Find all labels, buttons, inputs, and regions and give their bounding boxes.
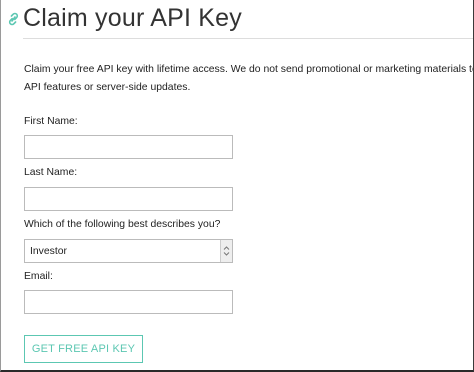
describe-selected-value: Investor: [30, 245, 67, 257]
intro-line-2: API features or server-side updates.: [24, 82, 191, 93]
first-name-field[interactable]: [24, 135, 233, 159]
intro-line-1: Claim your free API key with lifetime ac…: [24, 64, 473, 75]
email-label: Email:: [24, 271, 53, 282]
intro-text: Claim your free API key with lifetime ac…: [24, 61, 473, 97]
chevron-up-down-icon[interactable]: [220, 240, 232, 262]
title-row: Claim your API Key: [7, 0, 242, 36]
link-icon: [8, 12, 19, 26]
last-name-field[interactable]: [24, 187, 233, 211]
get-api-key-button[interactable]: GET FREE API KEY: [24, 335, 143, 363]
email-field[interactable]: [24, 290, 233, 314]
last-name-label: Last Name:: [24, 167, 78, 178]
first-name-label: First Name:: [24, 116, 78, 127]
page-frame: Claim your API Key Claim your free API k…: [0, 0, 474, 372]
describe-select[interactable]: Investor: [24, 239, 233, 263]
title-divider: [23, 38, 473, 39]
page-title: Claim your API Key: [23, 3, 242, 32]
describe-label: Which of the following best describes yo…: [24, 219, 221, 230]
